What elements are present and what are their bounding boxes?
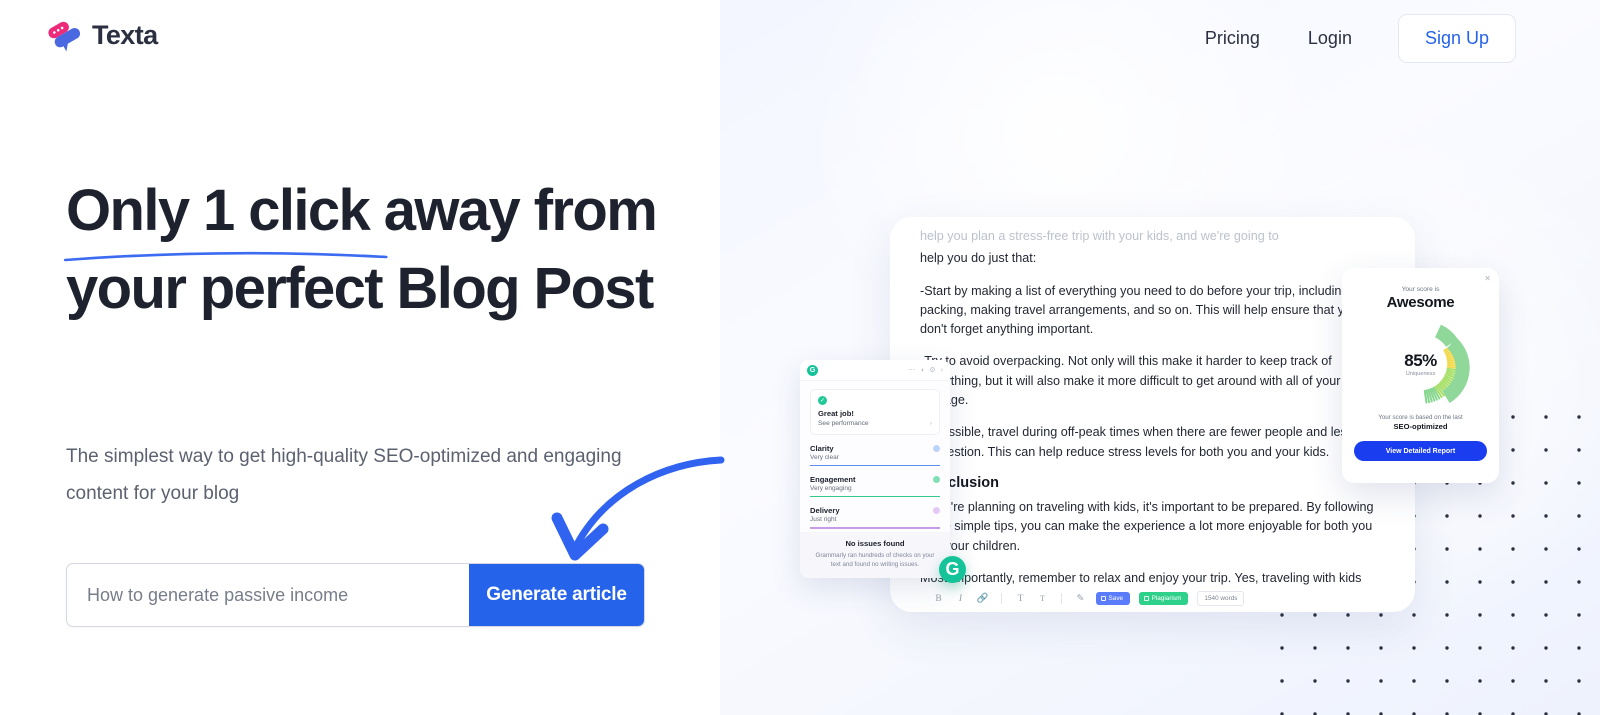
metric-value: Just right	[810, 516, 837, 524]
check-circle-icon: ✓	[818, 396, 827, 405]
save-disk-icon	[1101, 596, 1106, 601]
editor-document-card: help you plan a stress-free trip with yo…	[890, 217, 1415, 612]
nav-link-login[interactable]: Login	[1284, 18, 1376, 59]
metric-value: Very engaging	[810, 485, 852, 493]
grammarly-card-header: G ⋯ ◖ ⚙ ›	[800, 360, 950, 381]
article-topic-form: Generate article	[66, 563, 645, 627]
plagiarism-label: Plagiarism	[1151, 595, 1182, 602]
great-job-title: Great job!	[818, 409, 854, 418]
page-title: Only 1 click away from your perfect Blog…	[63, 172, 666, 328]
metric-name: Engagement	[810, 475, 856, 485]
sign-up-button[interactable]: Sign Up	[1397, 14, 1516, 63]
no-issues-description: Grammarly ran hundreds of checks on your…	[815, 552, 935, 568]
document-faded-line: help you plan a stress-free trip with yo…	[920, 229, 1279, 243]
editor-toolbar[interactable]: B I 🔗 T T ✎ Save Plagiarism 1540 words	[890, 585, 1415, 612]
toolbar-divider	[1061, 593, 1062, 604]
document-body: help you plan a stress-free trip with yo…	[890, 217, 1415, 612]
save-label: Save	[1108, 595, 1124, 602]
metric-name: Clarity	[810, 444, 834, 453]
metric-clarity: Clarity Very clear	[810, 444, 940, 467]
score-title: Awesome	[1386, 294, 1455, 311]
grammarly-card-footer: No issues found Grammarly ran hundreds o…	[800, 532, 950, 578]
grammarly-logo-icon: G	[807, 364, 818, 376]
expand-icon[interactable]: ›	[941, 367, 943, 374]
top-navigation: Pricing Login Sign Up	[1181, 14, 1516, 63]
headline-underlined-part: Only 1 click	[63, 172, 388, 262]
curved-arrow-icon	[551, 456, 725, 561]
great-job-box[interactable]: ✓ Great job! See performance ›	[810, 389, 940, 435]
document-heading: Conclusion	[920, 474, 999, 491]
document-paragraph: -Try to avoid overpacking. Not only will…	[920, 354, 1341, 407]
close-icon[interactable]: ✕	[1484, 274, 1491, 283]
no-issues-title: No issues found	[845, 539, 905, 548]
score-label: Your score is	[1401, 286, 1440, 293]
document-paragraph: -Start by making a list of everything yo…	[920, 283, 1358, 337]
grammarly-assistant-card: G ⋯ ◖ ⚙ › ✓ Great job! See performance ›…	[800, 360, 950, 578]
metric-status-icon	[933, 476, 940, 484]
metric-status-icon	[933, 507, 940, 515]
drag-handle-icon[interactable]: ⋯	[908, 366, 915, 374]
word-count-badge: 1540 words	[1197, 591, 1245, 606]
italic-icon[interactable]: I	[954, 594, 967, 604]
plagiarism-button[interactable]: Plagiarism	[1139, 592, 1189, 605]
metric-bar	[810, 496, 940, 498]
metric-delivery: Delivery Just right	[810, 506, 940, 529]
brand-name: Texta	[92, 19, 158, 50]
metric-status-icon	[933, 445, 940, 452]
score-note-line2: SEO-optimized	[1393, 422, 1448, 431]
hero-content-panel: Texta Only 1 click away from your perfec…	[0, 0, 725, 715]
chevron-right-icon: ›	[929, 420, 932, 427]
toolbar-divider	[1001, 593, 1002, 604]
brand-logo[interactable]: Texta	[48, 18, 158, 52]
view-detailed-report-button[interactable]: View Detailed Report	[1354, 441, 1487, 461]
hero-illustration-panel: help you plan a stress-free trip with yo…	[720, 0, 1600, 715]
metric-bar	[810, 527, 940, 529]
settings-gear-icon[interactable]: ⚙	[929, 366, 935, 374]
metric-engagement: Engagement Very engaging	[810, 475, 940, 498]
document-paragraph: If you're planning on traveling with kid…	[920, 499, 1378, 553]
document-paragraph: -If possible, travel during off-peak tim…	[920, 425, 1353, 459]
metric-value: Very clear	[810, 454, 839, 461]
chat-bubble-logo-icon	[48, 21, 81, 52]
score-caption: Uniqueness	[1405, 371, 1436, 377]
bold-icon[interactable]: B	[932, 594, 945, 604]
see-performance-link[interactable]: See performance	[818, 420, 930, 427]
clear-format-icon[interactable]: ✎	[1074, 593, 1087, 604]
metric-name: Delivery	[810, 506, 840, 516]
score-percent: 85%	[1404, 351, 1437, 370]
underline-stroke-icon	[63, 251, 388, 262]
search-input[interactable]	[67, 564, 469, 626]
grammarly-badge-letter: G	[945, 559, 960, 579]
plagiarism-icon	[1144, 596, 1150, 601]
metric-bar	[810, 465, 940, 467]
text-large-icon[interactable]: T	[1014, 594, 1027, 604]
document-paragraph: help you do just that:	[920, 251, 1037, 266]
save-button[interactable]: Save	[1096, 592, 1131, 605]
text-small-icon[interactable]: T	[1036, 594, 1049, 603]
hero-subtitle: The simplest way to get high-quality SEO…	[66, 446, 622, 504]
score-gauge: 85% Uniqueness	[1368, 317, 1474, 409]
generate-article-button[interactable]: Generate article	[469, 564, 644, 626]
score-note-line1: Your score is based on the last	[1378, 414, 1463, 421]
goals-icon[interactable]: ◖	[920, 367, 924, 374]
seo-score-card: ✕ Your score is Awesome 85% Uniqueness Y…	[1342, 268, 1499, 483]
headline-emphasis: Only 1 click	[66, 178, 371, 243]
grammarly-card-body: ✓ Great job! See performance › Clarity V…	[800, 381, 950, 529]
grammarly-floating-badge[interactable]: G	[939, 556, 966, 583]
link-icon[interactable]: 🔗	[976, 593, 989, 604]
nav-link-pricing[interactable]: Pricing	[1181, 18, 1284, 59]
